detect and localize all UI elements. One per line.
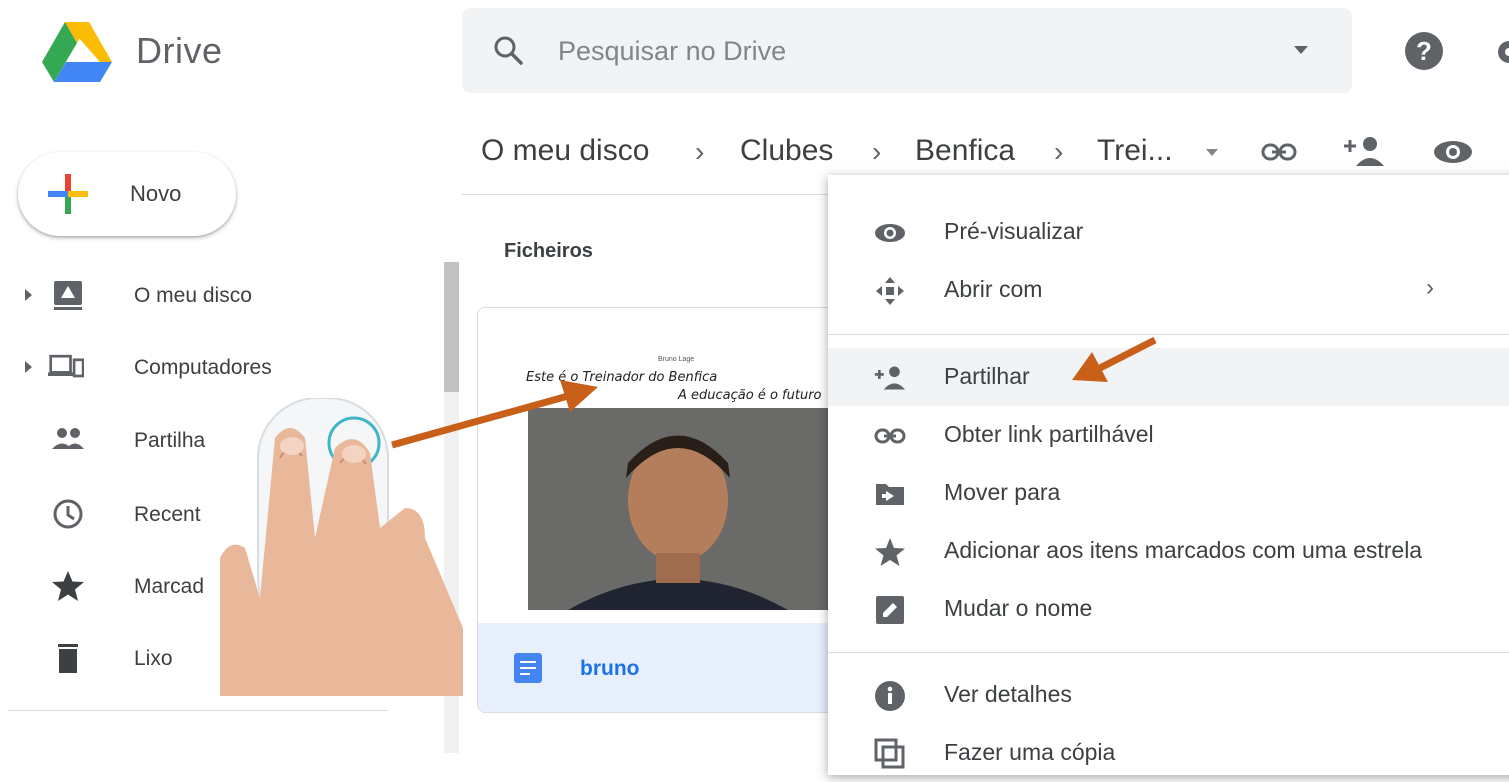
menu-item-make-copy[interactable]: Fazer uma cópia — [828, 724, 1509, 782]
breadcrumb-benfica[interactable]: Benfica — [915, 134, 1015, 168]
breadcrumb-my-drive[interactable]: O meu disco — [481, 134, 649, 168]
menu-item-view-details[interactable]: Ver detalhes — [828, 666, 1509, 724]
star-icon — [875, 538, 905, 566]
file-name[interactable]: bruno — [580, 657, 639, 681]
sidebar-item-my-drive[interactable]: O meu disco — [0, 265, 440, 325]
file-thumbnail[interactable]: Bruno Lage Este é o Treinador do Benfica… — [478, 308, 878, 623]
shared-icon — [52, 428, 84, 449]
sidebar-item-label: Recent — [134, 503, 201, 526]
new-button[interactable]: Novo — [18, 152, 236, 236]
file-card-footer[interactable]: bruno — [478, 623, 878, 712]
sidebar-item-label: Lixo — [134, 647, 173, 670]
menu-item-label: Abrir com — [944, 276, 1043, 302]
chevron-right-icon: › — [1426, 274, 1434, 301]
thumbnail-photo — [528, 408, 828, 610]
mouse-hand-illustration — [220, 398, 463, 696]
sidebar-item-label: Partilha — [134, 429, 206, 452]
link-icon[interactable] — [1260, 138, 1298, 166]
menu-item-label: Obter link partilhável — [944, 421, 1154, 447]
breadcrumb-separator: › — [695, 136, 705, 167]
menu-item-add-star[interactable]: Adicionar aos itens marcados com uma est… — [828, 522, 1509, 580]
menu-divider — [828, 334, 1509, 335]
trash-icon — [58, 644, 78, 673]
section-label-files: Ficheiros — [504, 240, 593, 262]
search-icon[interactable] — [492, 34, 526, 68]
menu-divider — [828, 652, 1509, 653]
add-person-icon — [874, 366, 906, 390]
search-bar[interactable]: Pesquisar no Drive — [462, 8, 1352, 93]
menu-item-preview[interactable]: Pré-visualizar — [828, 203, 1509, 261]
thumbnail-small-text: Bruno Lage — [658, 356, 695, 363]
plus-icon — [48, 174, 88, 214]
breadcrumb-separator: › — [872, 136, 882, 167]
search-input[interactable]: Pesquisar no Drive — [558, 36, 786, 67]
menu-item-get-link[interactable]: Obter link partilhável — [828, 406, 1509, 464]
help-icon[interactable]: ? — [1405, 32, 1443, 70]
menu-item-move-to[interactable]: Mover para — [828, 464, 1509, 522]
eye-icon[interactable] — [1432, 138, 1474, 166]
menu-item-label: Pré-visualizar — [944, 218, 1084, 244]
google-doc-icon — [514, 653, 542, 683]
rename-icon — [876, 596, 904, 624]
sidebar-divider — [8, 710, 388, 711]
expand-caret-icon[interactable] — [25, 361, 32, 373]
menu-item-share[interactable]: Partilhar — [828, 348, 1509, 406]
computers-icon — [48, 354, 84, 378]
sidebar-item-label: Computadores — [134, 356, 272, 379]
eye-icon — [875, 224, 905, 242]
open-with-icon — [876, 277, 904, 305]
breadcrumb-current-folder[interactable]: Trei... — [1097, 134, 1173, 168]
context-menu: Pré-visualizar Abrir com › Partilhar Obt… — [828, 175, 1509, 775]
app-title[interactable]: Drive — [136, 30, 223, 72]
sidebar-scrollbar-thumb[interactable] — [444, 262, 459, 392]
menu-item-label: Partilhar — [944, 363, 1030, 389]
clock-icon — [53, 499, 83, 529]
sidebar-item-computers[interactable]: Computadores — [0, 337, 440, 397]
folder-menu-caret-icon[interactable] — [1206, 149, 1218, 156]
gear-icon[interactable] — [1492, 38, 1509, 66]
sidebar-item-label: O meu disco — [134, 284, 252, 307]
star-icon — [52, 571, 84, 601]
thumbnail-title-line: Este é o Treinador do Benfica — [526, 370, 718, 385]
add-person-icon[interactable] — [1342, 134, 1386, 168]
drive-logo-icon[interactable] — [42, 22, 112, 82]
breadcrumb-clubes[interactable]: Clubes — [740, 134, 833, 168]
menu-item-label: Adicionar aos itens marcados com uma est… — [944, 537, 1423, 563]
sidebar-item-label: Marcad — [134, 575, 205, 598]
link-icon — [874, 428, 906, 444]
menu-item-open-with[interactable]: Abrir com › — [828, 261, 1509, 319]
info-icon — [875, 681, 905, 711]
expand-caret-icon[interactable] — [25, 289, 32, 301]
thumbnail-subtitle-line: A educação é o futuro — [678, 388, 822, 403]
drive-icon — [54, 281, 82, 310]
menu-item-rename[interactable]: Mudar o nome — [828, 580, 1509, 638]
move-folder-icon — [876, 484, 904, 505]
search-options-icon[interactable] — [1294, 46, 1308, 54]
breadcrumb-separator: › — [1054, 136, 1064, 167]
copy-icon — [874, 738, 905, 769]
menu-item-label: Ver detalhes — [944, 681, 1072, 707]
new-button-label: Novo — [130, 181, 182, 206]
menu-item-label: Mover para — [944, 479, 1061, 505]
menu-item-label: Mudar o nome — [944, 595, 1093, 621]
file-card[interactable]: Bruno Lage Este é o Treinador do Benfica… — [477, 307, 879, 713]
